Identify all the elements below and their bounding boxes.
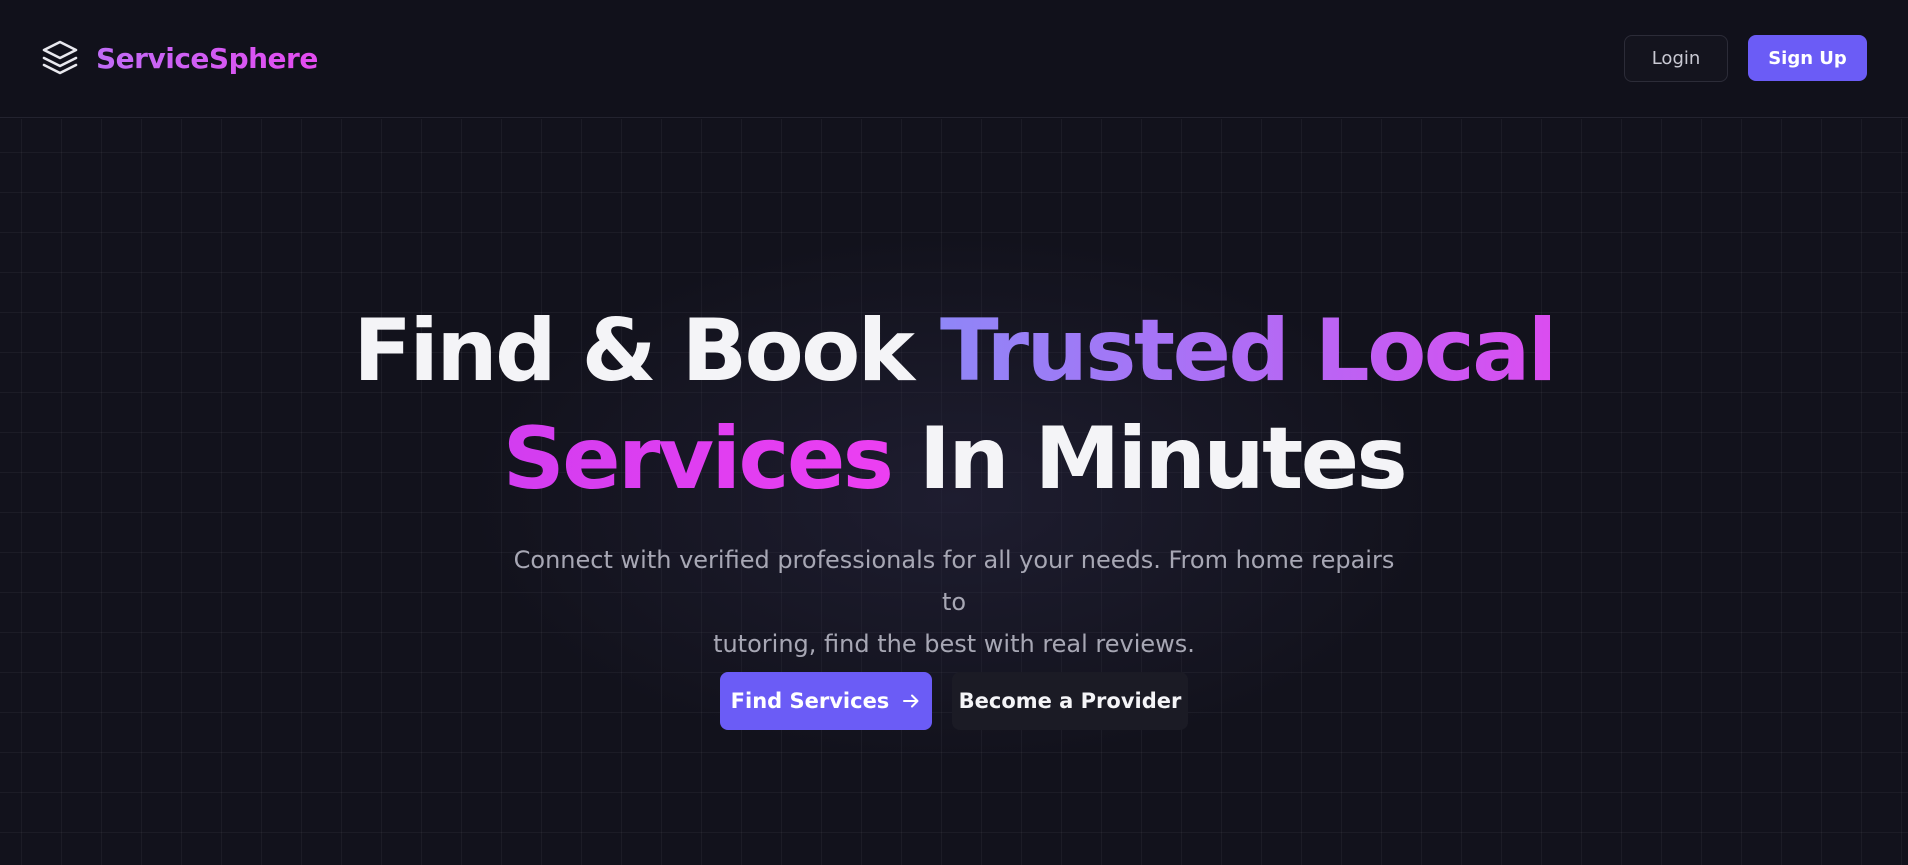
become-provider-button[interactable]: Become a Provider [952, 672, 1188, 730]
subtitle-line-1: Connect with verified professionals for … [513, 546, 1395, 616]
signup-button[interactable]: Sign Up [1748, 35, 1867, 81]
find-services-button[interactable]: Find Services [720, 672, 932, 730]
hero-section: Find & Book Trusted Local Services In Mi… [0, 119, 1908, 865]
arrow-right-icon [903, 694, 919, 708]
headline-line-1: Find & Book Trusted Local [0, 297, 1908, 405]
layers-icon [42, 40, 78, 75]
landing-page: ServiceSphere Login Sign Up Find & Book … [0, 0, 1908, 865]
brand-logo[interactable]: ServiceSphere [40, 38, 318, 78]
brand-name: ServiceSphere [96, 41, 318, 75]
top-navbar: ServiceSphere Login Sign Up [0, 0, 1908, 118]
headline-text-find-book: Find & Book [353, 301, 940, 401]
headline-line-2: Services In Minutes [0, 405, 1908, 513]
hero-subtitle: Connect with verified professionals for … [504, 539, 1404, 665]
subtitle-line-2: tutoring, find the best with real review… [713, 630, 1195, 658]
hero-headline: Find & Book Trusted Local Services In Mi… [0, 297, 1908, 513]
headline-text-in-minutes: In Minutes [891, 409, 1408, 509]
login-button[interactable]: Login [1624, 35, 1728, 82]
find-services-label: Find Services [730, 689, 890, 713]
headline-text-services: Services [502, 409, 894, 509]
headline-text-trusted-local: Trusted Local [939, 301, 1557, 401]
